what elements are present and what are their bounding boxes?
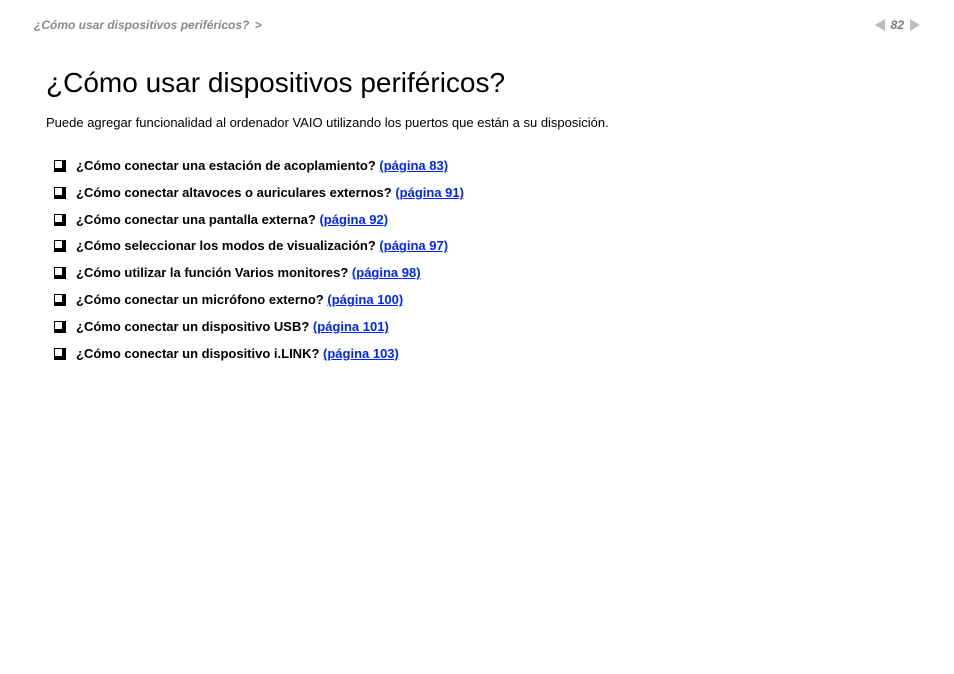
toc-item: ¿Cómo conectar un micrófono externo? (pá… <box>54 292 908 309</box>
prev-page-icon[interactable] <box>875 19 885 31</box>
breadcrumb: ¿Cómo usar dispositivos periféricos? > <box>34 18 262 32</box>
breadcrumb-label: ¿Cómo usar dispositivos periféricos? <box>34 18 249 32</box>
toc-question: ¿Cómo conectar un dispositivo i.LINK? <box>76 346 323 361</box>
toc-item: ¿Cómo conectar una pantalla externa? (pá… <box>54 212 908 229</box>
toc-link[interactable]: (página 91) <box>395 185 464 200</box>
toc-item: ¿Cómo conectar un dispositivo USB? (pági… <box>54 319 908 336</box>
toc-item: ¿Cómo conectar un dispositivo i.LINK? (p… <box>54 346 908 363</box>
toc-item: ¿Cómo seleccionar los modos de visualiza… <box>54 238 908 255</box>
toc-item: ¿Cómo conectar una estación de acoplamie… <box>54 158 908 175</box>
toc-item: ¿Cómo conectar altavoces o auriculares e… <box>54 185 908 202</box>
page-title: ¿Cómo usar dispositivos periféricos? <box>46 66 908 100</box>
breadcrumb-separator: > <box>253 18 262 32</box>
toc-question: ¿Cómo seleccionar los modos de visualiza… <box>76 238 379 253</box>
toc-list: ¿Cómo conectar una estación de acoplamie… <box>46 158 908 363</box>
toc-question: ¿Cómo conectar una pantalla externa? <box>76 212 319 227</box>
toc-question: ¿Cómo utilizar la función Varios monitor… <box>76 265 352 280</box>
toc-question: ¿Cómo conectar una estación de acoplamie… <box>76 158 379 173</box>
toc-link[interactable]: (página 97) <box>379 238 448 253</box>
toc-question: ¿Cómo conectar altavoces o auriculares e… <box>76 185 395 200</box>
toc-item: ¿Cómo utilizar la función Varios monitor… <box>54 265 908 282</box>
toc-question: ¿Cómo conectar un micrófono externo? <box>76 292 327 307</box>
intro-text: Puede agregar funcionalidad al ordenador… <box>46 114 908 132</box>
toc-link[interactable]: (página 98) <box>352 265 421 280</box>
toc-link[interactable]: (página 92) <box>319 212 388 227</box>
toc-link[interactable]: (página 103) <box>323 346 399 361</box>
toc-link[interactable]: (página 83) <box>379 158 448 173</box>
toc-link[interactable]: (página 100) <box>327 292 403 307</box>
toc-question: ¿Cómo conectar un dispositivo USB? <box>76 319 313 334</box>
page-number: 82 <box>891 18 904 32</box>
page-navigation: 82 <box>875 18 920 32</box>
next-page-icon[interactable] <box>910 19 920 31</box>
toc-link[interactable]: (página 101) <box>313 319 389 334</box>
